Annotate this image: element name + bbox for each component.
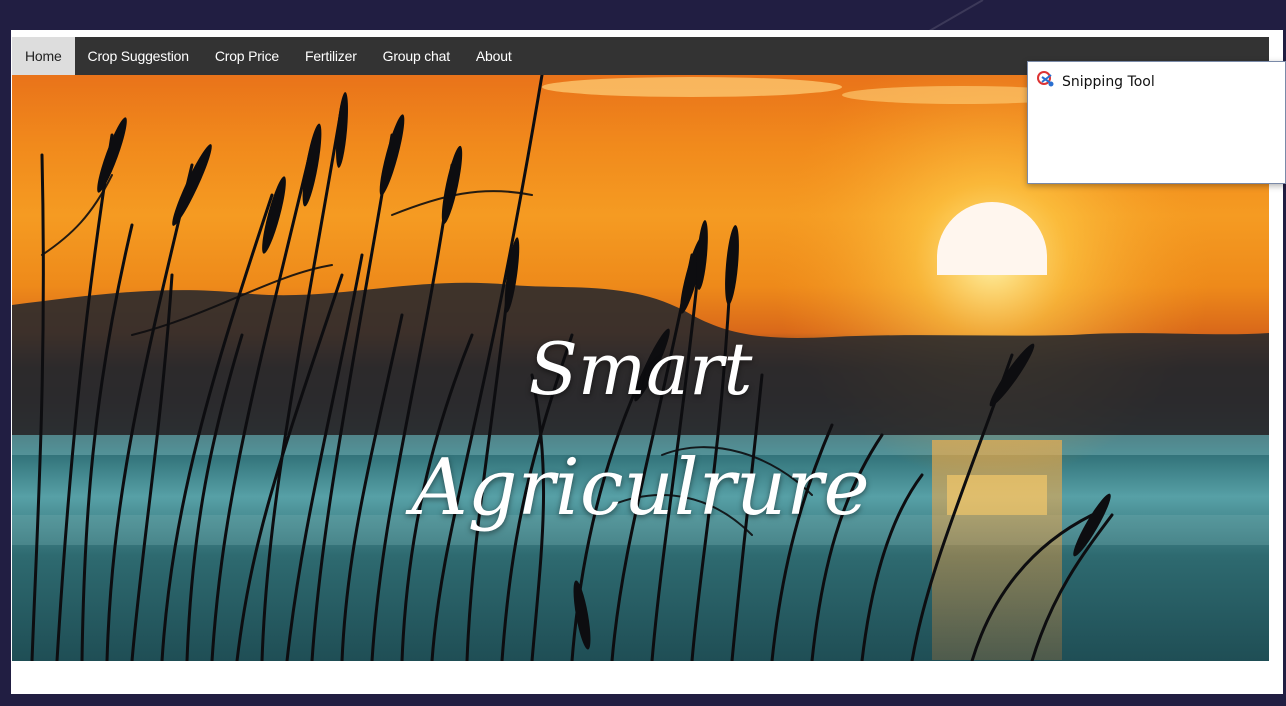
snipping-tool-popup[interactable]: Snipping Tool — [1027, 61, 1286, 184]
hero-title-line-1: Smart — [528, 327, 753, 411]
nav-home[interactable]: Home — [12, 37, 75, 75]
nav-crop-price[interactable]: Crop Price — [202, 37, 292, 75]
nav-fertilizer[interactable]: Fertilizer — [292, 37, 370, 75]
nav-group-chat-label: Group chat — [382, 48, 450, 64]
hero-title-line-2: Agriculrure — [411, 443, 870, 533]
nav-crop-suggestion[interactable]: Crop Suggestion — [75, 37, 202, 75]
nav-crop-suggestion-label: Crop Suggestion — [87, 48, 189, 64]
snipping-tool-label: Snipping Tool — [1062, 73, 1155, 90]
nav-crop-price-label: Crop Price — [214, 48, 279, 64]
nav-about[interactable]: About — [463, 37, 525, 75]
snipping-tool-icon — [1036, 70, 1056, 93]
nav-fertilizer-label: Fertilizer — [304, 48, 357, 64]
nav-group-chat[interactable]: Group chat — [370, 37, 463, 75]
desktop: Home Crop Suggestion Crop Price Fertiliz… — [0, 0, 1286, 706]
nav-about-label: About — [475, 48, 512, 64]
nav-home-label: Home — [25, 48, 62, 64]
snipping-tool-item[interactable]: Snipping Tool — [1036, 70, 1155, 93]
